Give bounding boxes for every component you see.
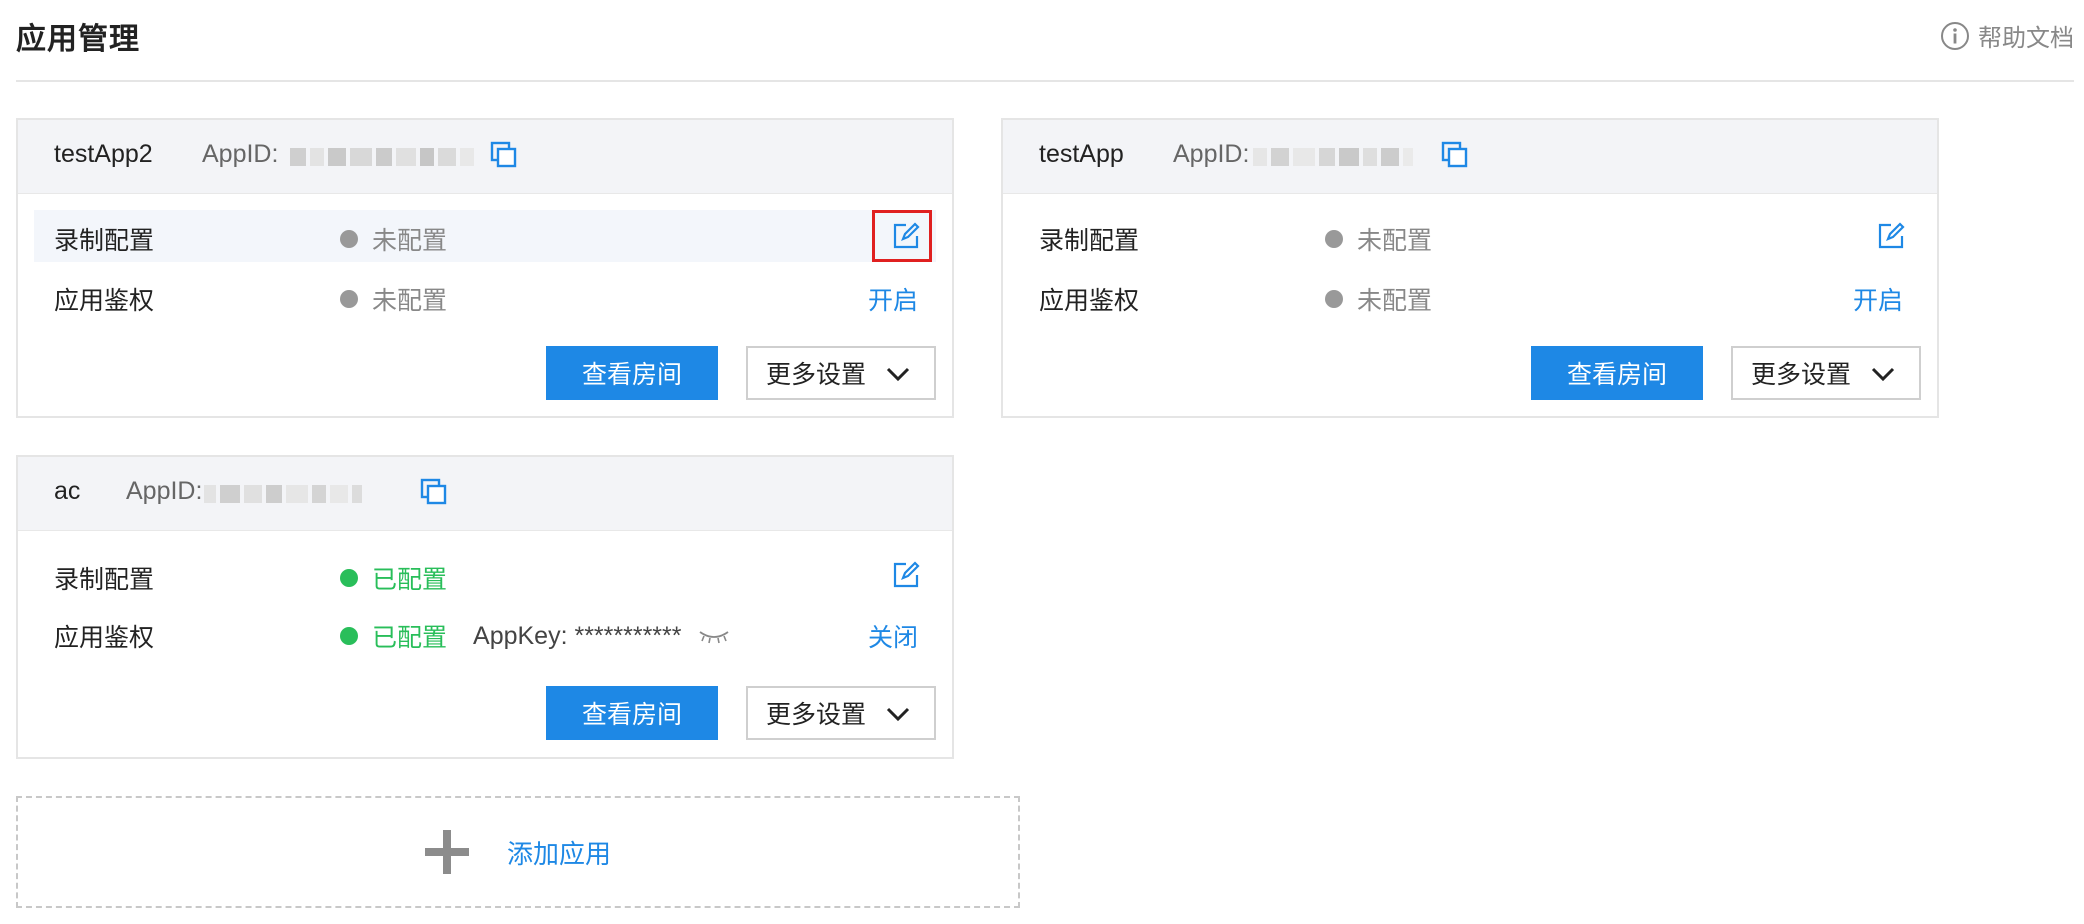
more-settings-dropdown[interactable]: 更多设置 <box>746 686 936 740</box>
status-dot <box>1325 290 1343 308</box>
recording-config-row: 录制配置 已配置 <box>34 549 936 601</box>
appid-label: AppID: <box>126 477 203 505</box>
status: 未配置 <box>1325 221 1432 257</box>
row-label: 录制配置 <box>1039 227 1140 255</box>
card-header: ac AppID: <box>18 457 952 531</box>
status-text: 未配置 <box>372 287 448 315</box>
app-name: ac <box>54 477 81 505</box>
chevron-down-icon <box>886 367 910 382</box>
disable-link[interactable]: 关闭 <box>868 618 918 654</box>
highlight-box <box>872 210 932 262</box>
enable-link[interactable]: 开启 <box>1853 281 1903 317</box>
status-text: 已配置 <box>372 624 448 652</box>
copy-icon[interactable] <box>1441 141 1469 169</box>
recording-config-row: 录制配置 未配置 <box>1019 210 1921 262</box>
view-rooms-button[interactable]: 查看房间 <box>546 346 718 400</box>
status-dot <box>340 290 358 308</box>
enable-link[interactable]: 开启 <box>868 281 918 317</box>
appkey-value: AppKey: *********** <box>473 621 682 650</box>
more-settings-dropdown[interactable]: 更多设置 <box>746 346 936 400</box>
help-docs-link[interactable]: 帮助文档 <box>1940 18 2074 53</box>
status-text: 未配置 <box>1357 227 1433 255</box>
appid-value-redacted <box>290 146 490 168</box>
edit-icon[interactable] <box>1877 222 1905 250</box>
row-label: 应用鉴权 <box>1039 287 1140 315</box>
app-card: testApp AppID: 录制配置 未配置 应用鉴权 未配置 开启 查看房间… <box>1001 118 1939 418</box>
recording-config-row: 录制配置 未配置 <box>34 210 936 262</box>
copy-icon[interactable] <box>420 478 448 506</box>
appid-label: AppID: <box>202 140 279 168</box>
status-dot <box>1325 230 1343 248</box>
page-header: 应用管理 帮助文档 <box>16 0 2074 82</box>
copy-icon[interactable] <box>490 141 518 169</box>
more-settings-dropdown[interactable]: 更多设置 <box>1731 346 1921 400</box>
status-dot <box>340 569 358 587</box>
status: 已配置 AppKey: *********** <box>340 618 730 654</box>
page-title: 应用管理 <box>16 23 140 56</box>
app-auth-row: 应用鉴权 未配置 开启 <box>1019 270 1921 322</box>
appkey: AppKey: *********** <box>473 622 729 651</box>
app-card: testApp2 AppID: 录制配置 未配置 应用鉴权 未配置 开启 查看房… <box>16 118 954 418</box>
view-rooms-button[interactable]: 查看房间 <box>546 686 718 740</box>
status-text: 未配置 <box>372 227 448 255</box>
app-name: testApp <box>1039 140 1124 168</box>
status: 已配置 <box>340 560 447 596</box>
chevron-down-icon <box>1871 367 1895 382</box>
view-rooms-button[interactable]: 查看房间 <box>1531 346 1703 400</box>
plus-icon <box>424 830 469 874</box>
edit-icon[interactable] <box>892 561 920 589</box>
add-app-button[interactable]: 添加应用 <box>16 796 1020 908</box>
status-text: 未配置 <box>1357 287 1433 315</box>
app-auth-row: 应用鉴权 未配置 开启 <box>34 270 936 322</box>
status: 未配置 <box>340 281 447 317</box>
more-settings-label: 更多设置 <box>1751 361 1852 389</box>
app-auth-row: 应用鉴权 已配置 AppKey: *********** 关闭 <box>34 607 936 659</box>
status: 未配置 <box>1325 281 1432 317</box>
card-header: testApp AppID: <box>1003 120 1937 194</box>
row-label: 录制配置 <box>54 227 155 255</box>
app-card: ac AppID: 录制配置 已配置 应用鉴权 已配置 AppKey: ****… <box>16 455 954 759</box>
appid-value-redacted <box>204 483 404 505</box>
row-label: 应用鉴权 <box>54 287 155 315</box>
eye-closed-icon[interactable] <box>698 627 730 645</box>
more-settings-label: 更多设置 <box>766 361 867 389</box>
status-dot <box>340 627 358 645</box>
status-text: 已配置 <box>372 566 448 594</box>
status: 未配置 <box>340 221 447 257</box>
row-label: 录制配置 <box>54 566 155 594</box>
row-label: 应用鉴权 <box>54 624 155 652</box>
appid-value-redacted <box>1253 146 1453 168</box>
app-name: testApp2 <box>54 140 153 168</box>
more-settings-label: 更多设置 <box>766 701 867 729</box>
card-header: testApp2 AppID: <box>18 120 952 194</box>
help-docs-label: 帮助文档 <box>1978 25 2074 52</box>
add-app-label: 添加应用 <box>506 838 611 869</box>
appid-label: AppID: <box>1173 140 1250 168</box>
status-dot <box>340 230 358 248</box>
info-icon <box>1941 21 1969 50</box>
chevron-down-icon <box>886 707 910 722</box>
